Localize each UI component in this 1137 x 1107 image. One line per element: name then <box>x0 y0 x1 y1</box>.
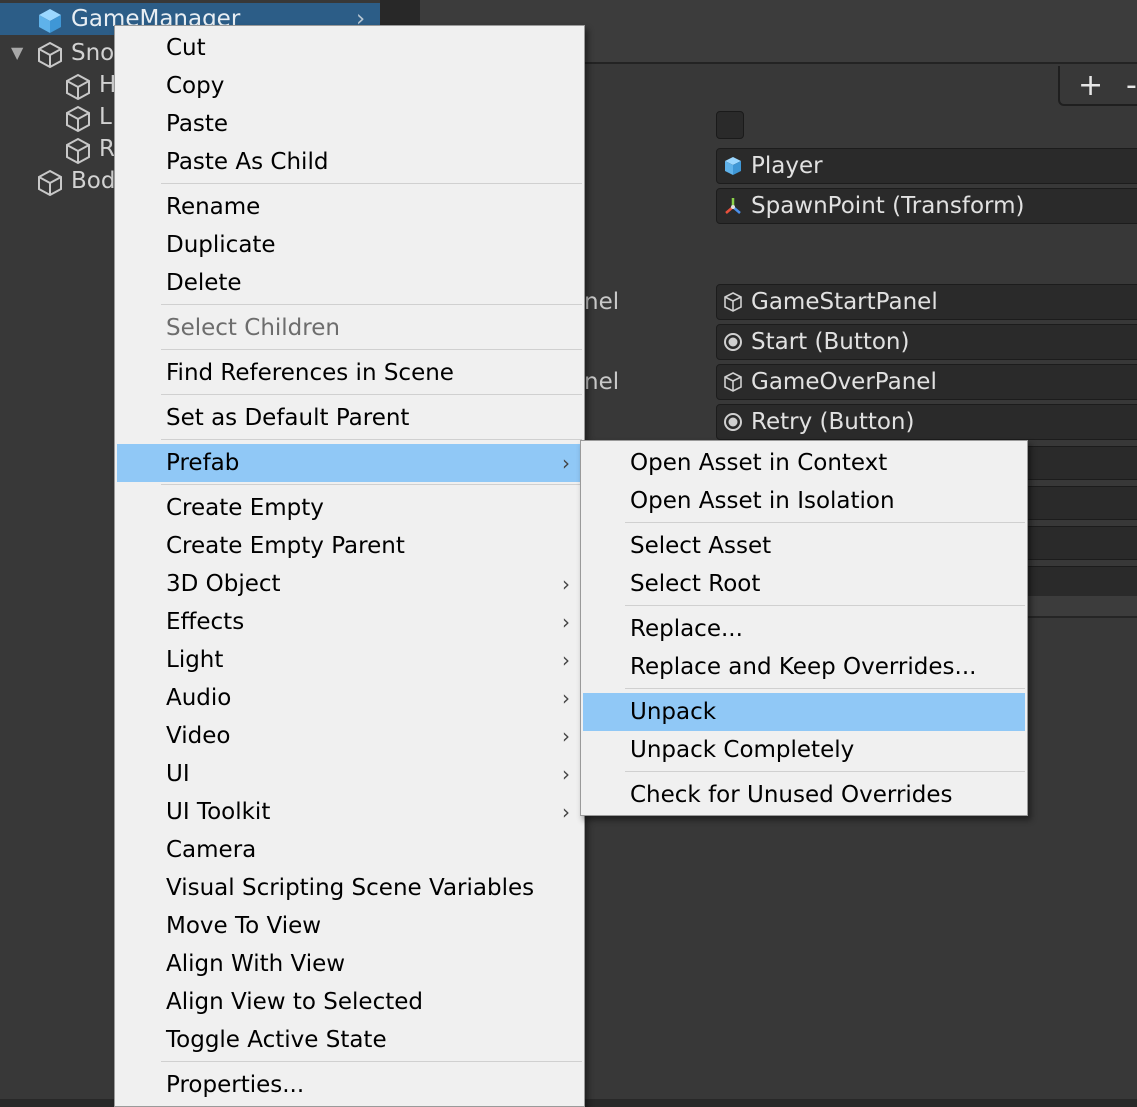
remove-element-button[interactable]: - <box>1126 68 1137 103</box>
gameobject-cube-icon <box>38 41 62 69</box>
prefab-cube-icon <box>39 9 61 33</box>
gameobject-cube-icon <box>66 137 90 165</box>
menu-item-unpack-completely[interactable]: Unpack Completely <box>583 731 1025 769</box>
chevron-right-icon: › <box>562 800 570 824</box>
menu-separator <box>161 484 582 485</box>
menu-item-replace[interactable]: Replace... <box>583 610 1025 648</box>
menu-item-video[interactable]: Video › <box>117 717 582 755</box>
hierarchy-item-label: Bod <box>71 168 116 194</box>
chevron-right-icon: › <box>562 686 570 710</box>
gameobject-cube-icon <box>66 105 90 133</box>
menu-separator <box>625 771 1025 772</box>
field-value: GameOverPanel <box>751 369 937 395</box>
menu-item-create-empty-parent[interactable]: Create Empty Parent <box>117 527 582 565</box>
menu-separator <box>161 439 582 440</box>
menu-item-light[interactable]: Light › <box>117 641 582 679</box>
menu-item-delete[interactable]: Delete <box>117 264 582 302</box>
menu-item-properties[interactable]: Properties... <box>117 1066 582 1104</box>
gameobject-cube-icon <box>724 292 742 312</box>
field-label-fragment: nel <box>584 289 620 315</box>
menu-item-select-children: Select Children <box>166 315 340 341</box>
menu-separator <box>625 688 1025 689</box>
prefab-cube-icon <box>725 157 741 175</box>
menu-item-effects[interactable]: Effects › <box>117 603 582 641</box>
menu-item-copy[interactable]: Copy <box>117 67 582 105</box>
menu-item-replace-keep-overrides[interactable]: Replace and Keep Overrides... <box>583 648 1025 686</box>
menu-item-cut[interactable]: Cut <box>117 29 582 67</box>
bool-toggle-checkbox[interactable] <box>716 111 744 139</box>
gameoverpanel-object-field[interactable]: GameOverPanel <box>716 364 1137 400</box>
add-element-button[interactable]: + <box>1078 68 1103 103</box>
transform-axis-icon <box>725 198 741 214</box>
field-value: SpawnPoint (Transform) <box>751 193 1025 219</box>
menu-item-unpack[interactable]: Unpack <box>583 693 1025 731</box>
menu-separator <box>161 349 582 350</box>
menu-item-align-with-view[interactable]: Align With View <box>117 945 582 983</box>
menu-item-align-view-to-selected[interactable]: Align View to Selected <box>117 983 582 1021</box>
hierarchy-item-label: L <box>99 104 112 130</box>
menu-item-rename[interactable]: Rename <box>117 188 582 226</box>
menu-item-paste[interactable]: Paste <box>117 105 582 143</box>
chevron-right-icon: › <box>562 648 570 672</box>
menu-item-create-empty[interactable]: Create Empty <box>117 489 582 527</box>
menu-separator <box>161 1061 582 1062</box>
chevron-right-icon: › <box>562 451 570 475</box>
menu-item-duplicate[interactable]: Duplicate <box>117 226 582 264</box>
menu-item-audio[interactable]: Audio › <box>117 679 582 717</box>
chevron-right-icon: › <box>562 572 570 596</box>
gamestartpanel-object-field[interactable]: GameStartPanel <box>716 284 1137 320</box>
retry-button-object-field[interactable]: Retry (Button) <box>716 404 1137 440</box>
menu-item-open-asset-in-isolation[interactable]: Open Asset in Isolation <box>583 482 1025 520</box>
menu-item-camera[interactable]: Camera <box>117 831 582 869</box>
menu-item-check-unused-overrides[interactable]: Check for Unused Overrides <box>583 776 1025 814</box>
button-component-icon <box>724 333 742 351</box>
foldout-arrow-icon[interactable]: ▼ <box>11 37 23 69</box>
list-add-remove-footer: + - <box>1058 66 1137 106</box>
gameobject-cube-icon <box>66 73 90 101</box>
menu-item-paste-as-child[interactable]: Paste As Child <box>117 143 582 181</box>
field-value: GameStartPanel <box>751 289 938 315</box>
menu-item-ui-toolkit[interactable]: UI Toolkit › <box>117 793 582 831</box>
chevron-right-icon: › <box>562 610 570 634</box>
chevron-right-icon: › <box>562 724 570 748</box>
menu-item-ui[interactable]: UI › <box>117 755 582 793</box>
prefab-submenu: Open Asset in Context Open Asset in Isol… <box>580 440 1028 816</box>
menu-item-prefab[interactable]: Prefab › <box>117 444 582 482</box>
menu-separator <box>625 522 1025 523</box>
menu-item-find-references[interactable]: Find References in Scene <box>117 354 582 392</box>
button-component-icon <box>724 413 742 431</box>
field-value: Player <box>751 153 823 179</box>
menu-item-set-default-parent[interactable]: Set as Default Parent <box>117 399 582 437</box>
menu-separator <box>625 605 1025 606</box>
field-value: Start (Button) <box>751 329 910 355</box>
start-button-object-field[interactable]: Start (Button) <box>716 324 1137 360</box>
hierarchy-item-label: Sno <box>71 40 115 66</box>
menu-item-visual-scripting-scene-variables[interactable]: Visual Scripting Scene Variables <box>117 869 582 907</box>
spawnpoint-object-field[interactable]: SpawnPoint (Transform) <box>716 188 1137 224</box>
menu-item-move-to-view[interactable]: Move To View <box>117 907 582 945</box>
gameobject-cube-icon <box>38 169 62 197</box>
gameobject-cube-icon <box>724 372 742 392</box>
menu-item-select-asset[interactable]: Select Asset <box>583 527 1025 565</box>
menu-item-open-asset-in-context[interactable]: Open Asset in Context <box>583 444 1025 482</box>
menu-separator <box>161 304 582 305</box>
menu-item-3d-object[interactable]: 3D Object › <box>117 565 582 603</box>
field-value: Retry (Button) <box>751 409 915 435</box>
hierarchy-item-label: R <box>99 136 115 162</box>
player-object-field[interactable]: Player <box>716 148 1137 184</box>
field-label-fragment: nel <box>584 369 620 395</box>
chevron-right-icon: › <box>562 762 570 786</box>
menu-item-toggle-active-state[interactable]: Toggle Active State <box>117 1021 582 1059</box>
menu-item-select-root[interactable]: Select Root <box>583 565 1025 603</box>
menu-separator <box>161 183 582 184</box>
menu-separator <box>161 394 582 395</box>
hierarchy-context-menu: Cut Copy Paste Paste As Child Rename Dup… <box>114 25 585 1107</box>
